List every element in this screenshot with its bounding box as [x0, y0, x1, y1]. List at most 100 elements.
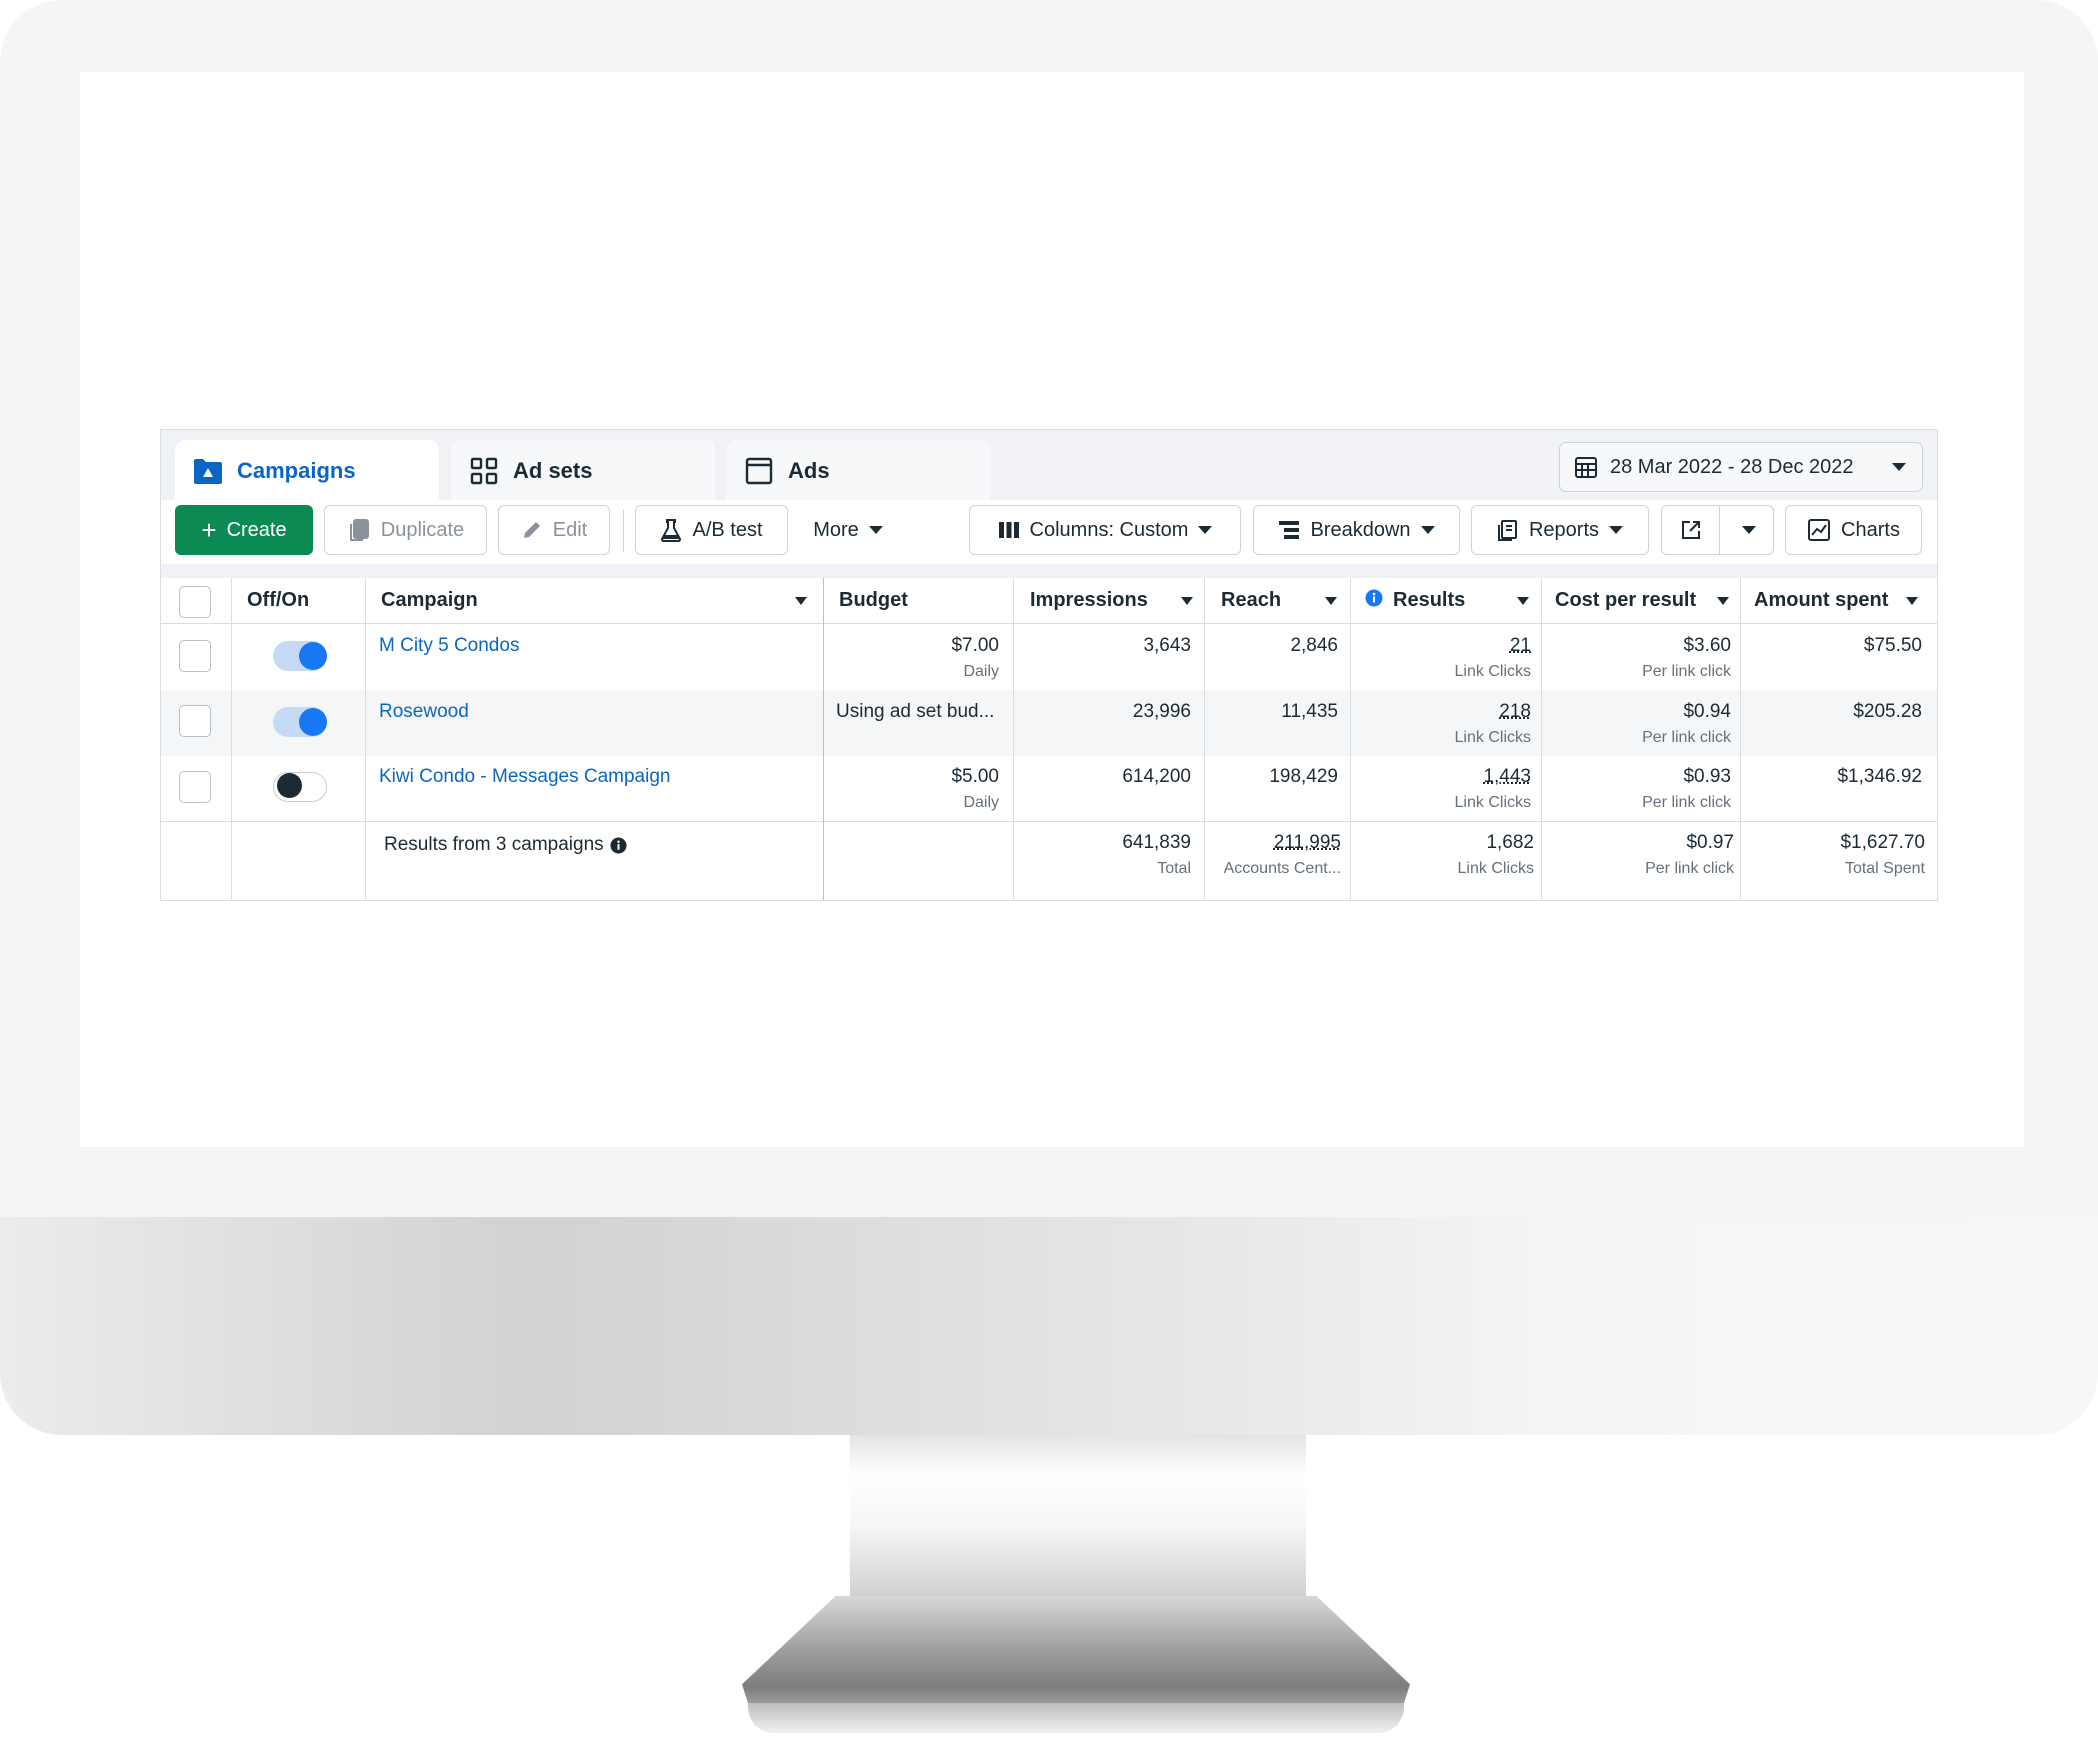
campaign-name-link[interactable]: Kiwi Condo - Messages Campaign	[379, 766, 670, 788]
results-cell: 21 Link Clicks	[1361, 625, 1541, 681]
cpr-sub: Per link click	[1642, 663, 1731, 680]
row-checkbox[interactable]	[179, 771, 211, 803]
duplicate-label: Duplicate	[380, 518, 465, 541]
toolbar: + Create Duplicate Edit A/B test More Co…	[161, 500, 1937, 564]
pencil-icon	[521, 519, 543, 541]
impressions-value: 614,200	[1122, 766, 1191, 787]
date-range-picker[interactable]: 28 Mar 2022 - 28 Dec 2022	[1559, 442, 1923, 492]
results-sub: Link Clicks	[1454, 663, 1531, 680]
results-value[interactable]: 21	[1361, 625, 1531, 657]
column-header-cost-per-result[interactable]: Cost per result	[1555, 589, 1696, 612]
breakdown-label: Breakdown	[1310, 518, 1411, 541]
total-cpr-value: $0.97	[1686, 832, 1734, 853]
reach-value: 11,435	[1281, 701, 1338, 722]
more-label: More	[813, 518, 859, 541]
amount-spent-cell: $205.28	[1741, 691, 1932, 723]
campaign-toggle[interactable]	[273, 707, 327, 737]
column-header-results[interactable]: Results	[1393, 589, 1465, 612]
campaign-toggle[interactable]	[273, 772, 327, 802]
sort-caret-icon[interactable]	[795, 597, 807, 605]
sort-caret-icon[interactable]	[1181, 597, 1193, 605]
monitor-stand-foot	[748, 1703, 1404, 1733]
chevron-down-icon[interactable]	[1742, 526, 1756, 534]
info-icon[interactable]	[1365, 589, 1383, 613]
campaign-name-link[interactable]: M City 5 Condos	[379, 635, 519, 657]
impressions-value: 3,643	[1143, 635, 1191, 656]
monitor-stand-neck	[850, 1435, 1306, 1600]
total-reach-value[interactable]: 211,995	[1211, 822, 1341, 854]
chevron-down-icon	[1609, 526, 1624, 534]
tab-campaigns[interactable]: Campaigns	[175, 440, 439, 502]
cost-per-result-cell: $3.60 Per link click	[1541, 625, 1741, 681]
column-divider	[1204, 578, 1205, 900]
cpr-sub: Per link click	[1642, 729, 1731, 746]
tab-ad-sets[interactable]: Ad sets	[451, 440, 715, 502]
cpr-sub: Per link click	[1642, 794, 1731, 811]
duplicate-button[interactable]: Duplicate	[324, 505, 487, 555]
budget-value: Using ad set bud...	[836, 701, 995, 722]
row-checkbox[interactable]	[179, 640, 211, 672]
totals-label-cell: Results from 3 campaigns	[384, 834, 627, 856]
reach-cell: 2,846	[1211, 625, 1348, 657]
sort-caret-icon[interactable]	[1906, 597, 1918, 605]
total-reach-cell: 211,995 Accounts Cent...	[1211, 822, 1351, 878]
flask-icon	[660, 518, 682, 542]
info-icon[interactable]	[610, 836, 627, 854]
tab-label: Ads	[788, 458, 830, 483]
reach-cell: 11,435	[1211, 691, 1348, 723]
tab-ads[interactable]: Ads	[726, 440, 990, 502]
export-icon[interactable]	[1663, 506, 1720, 554]
results-value[interactable]: 1,443	[1361, 756, 1531, 788]
plus-icon: +	[201, 515, 217, 545]
budget-cell: $5.00 Daily	[829, 756, 1009, 812]
total-impressions-sub: Total	[1157, 860, 1191, 877]
ab-test-button[interactable]: A/B test	[635, 505, 788, 555]
totals-label: Results from 3 campaigns	[384, 834, 604, 855]
column-divider	[231, 578, 232, 900]
select-all-checkbox[interactable]	[179, 586, 211, 618]
more-button[interactable]: More	[798, 505, 898, 555]
budget-sub: Daily	[963, 794, 999, 811]
impressions-cell: 3,643	[1021, 625, 1201, 657]
ab-test-label: A/B test	[692, 518, 763, 541]
column-header-amount-spent[interactable]: Amount spent	[1754, 589, 1888, 612]
reports-icon	[1497, 519, 1519, 541]
column-header-campaign[interactable]: Campaign	[381, 589, 478, 612]
results-value[interactable]: 218	[1361, 691, 1531, 723]
budget-cell: $7.00 Daily	[829, 625, 1009, 681]
row-checkbox[interactable]	[179, 705, 211, 737]
sort-caret-icon[interactable]	[1517, 597, 1529, 605]
breakdown-button[interactable]: Breakdown	[1253, 505, 1460, 555]
cost-per-result-cell: $0.93 Per link click	[1541, 756, 1741, 812]
columns-button[interactable]: Columns: Custom	[969, 505, 1241, 555]
reports-label: Reports	[1528, 518, 1600, 541]
column-header-reach[interactable]: Reach	[1221, 589, 1281, 612]
total-results-cell: 1,682 Link Clicks	[1361, 822, 1544, 878]
results-sub: Link Clicks	[1454, 794, 1531, 811]
sort-caret-icon[interactable]	[1325, 597, 1337, 605]
reports-button[interactable]: Reports	[1471, 505, 1649, 555]
column-divider	[1350, 578, 1351, 900]
chevron-down-icon	[1420, 526, 1435, 534]
edit-button[interactable]: Edit	[498, 505, 610, 555]
campaigns-table: Off/On Campaign Budget Impressions Reach…	[161, 578, 1937, 900]
column-header-impressions[interactable]: Impressions	[1030, 589, 1148, 612]
reach-value: 198,429	[1269, 766, 1338, 787]
column-header-off-on[interactable]: Off/On	[247, 589, 309, 612]
create-button[interactable]: + Create	[175, 505, 313, 555]
toggle-knob	[299, 708, 327, 736]
column-header-budget[interactable]: Budget	[839, 589, 908, 612]
sort-caret-icon[interactable]	[1717, 597, 1729, 605]
chart-icon	[1807, 518, 1831, 542]
budget-sub: Daily	[963, 663, 999, 680]
results-cell: 218 Link Clicks	[1361, 691, 1541, 747]
breakdown-icon	[1278, 520, 1300, 540]
total-impressions-value: 641,839	[1122, 832, 1191, 853]
campaign-toggle[interactable]	[273, 641, 327, 671]
impressions-value: 23,996	[1132, 701, 1191, 722]
charts-button[interactable]: Charts	[1785, 505, 1922, 555]
campaign-name-link[interactable]: Rosewood	[379, 701, 469, 723]
cost-per-result-cell: $0.94 Per link click	[1541, 691, 1741, 747]
cpr-value: $0.94	[1683, 701, 1731, 722]
total-results-sub: Link Clicks	[1457, 860, 1534, 877]
